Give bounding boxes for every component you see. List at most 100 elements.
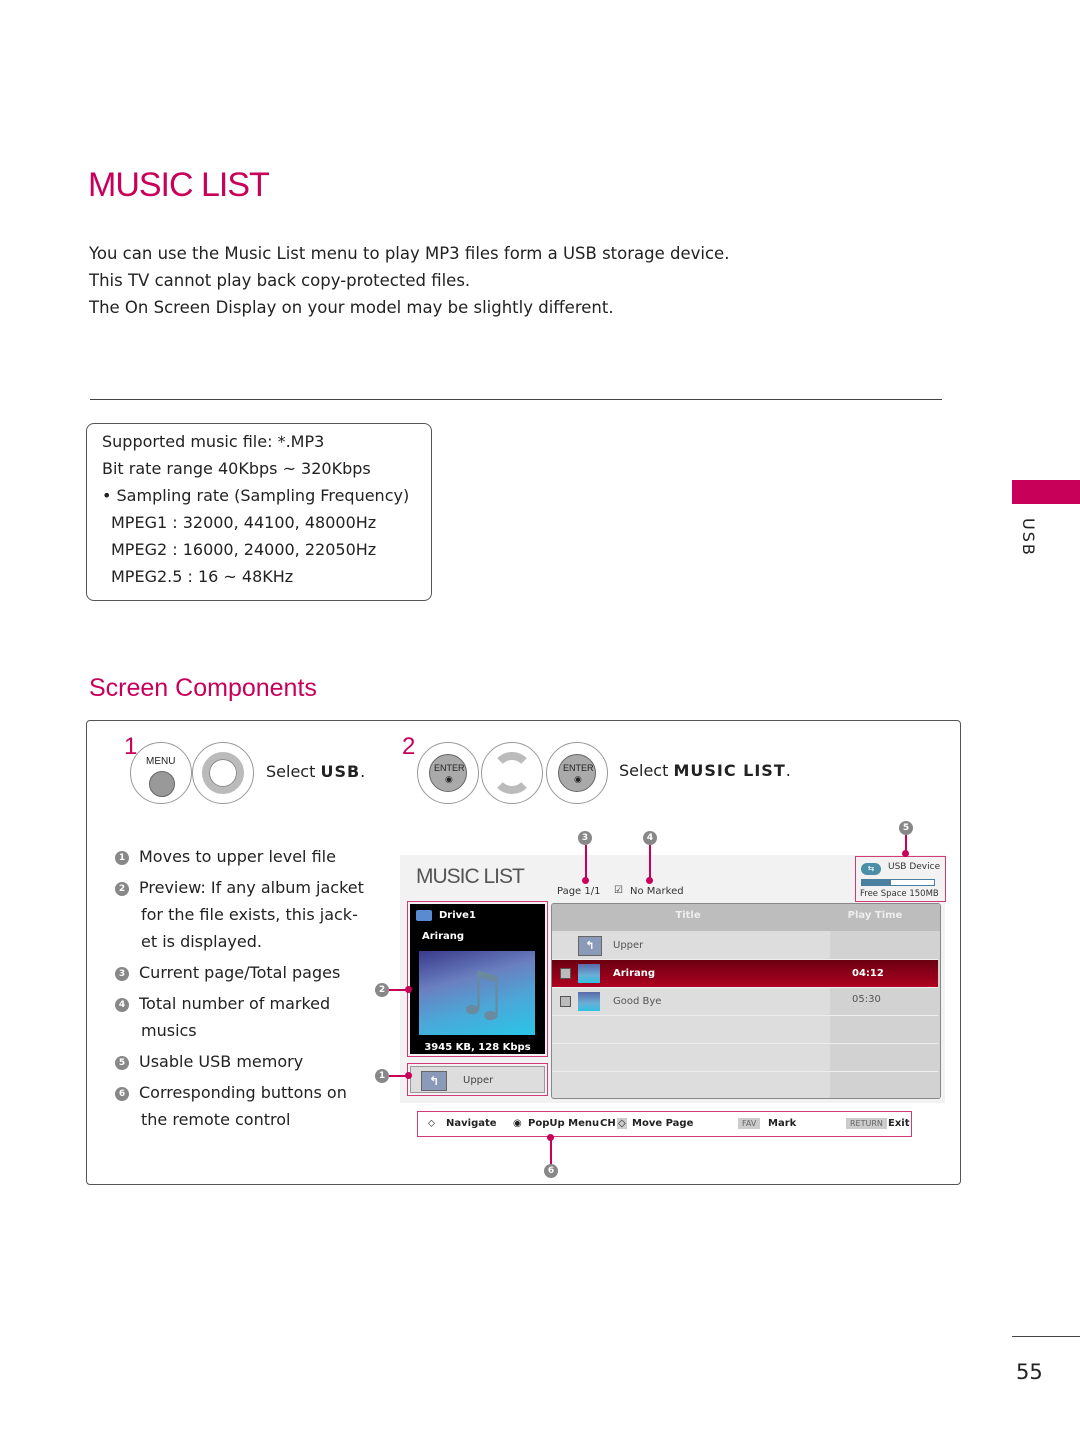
page-footer-rule (1012, 1336, 1080, 1337)
exit-label: Exit (888, 1118, 910, 1129)
track-label: Arirang (422, 931, 465, 942)
free-space-label: Free Space 150MB (860, 889, 939, 899)
callout-5: 5 (899, 821, 913, 835)
intro-text: You can use the Music List menu to play … (89, 240, 729, 321)
menu-label: MENU (146, 756, 176, 767)
enter-label: ENTER (563, 763, 594, 773)
usb-space-fill (862, 880, 891, 885)
popup-menu-label: PopUp Menu (528, 1118, 600, 1129)
osd-title: MUSIC LIST (416, 865, 525, 888)
album-art: ♫ (419, 951, 535, 1035)
column-play-time[interactable]: Play Time (830, 910, 920, 921)
page-title: MUSIC LIST (88, 166, 270, 204)
up-down-pad-icon (481, 742, 543, 804)
menu-button: MENU (130, 742, 192, 804)
page-indicator: Page 1/1 (557, 886, 601, 897)
enter-label: ENTER (434, 763, 465, 773)
upper-folder-icon: ↰ (578, 936, 602, 956)
page-number: 55 (1016, 1360, 1043, 1384)
mark-label: Mark (768, 1118, 797, 1129)
description-line: musics (141, 1021, 197, 1040)
intro-line: This TV cannot play back copy-protected … (89, 271, 471, 290)
upper-button-frame[interactable]: ↰ Upper (407, 1063, 548, 1096)
enter-button: ENTER ◉ (417, 742, 479, 804)
enter-dot-icon: ◉ (445, 774, 453, 784)
upper-label: Upper (463, 1075, 494, 1086)
spec-heading: Supported music file: *.MP3 (102, 432, 325, 451)
spec-line: MPEG1 : 32000, 44100, 48000Hz (111, 513, 377, 532)
callout-6: 6 (544, 1164, 558, 1178)
enter-dot-icon: ◉ (574, 774, 582, 784)
music-list-osd: MUSIC LIST Page 1/1 ☑ No Marked ⇆ USB De… (400, 855, 946, 1103)
usb-device-label: USB Device (888, 862, 941, 872)
music-note-icon: ♫ (455, 959, 509, 1029)
mark-checkbox[interactable] (560, 968, 571, 979)
music-thumbnail-icon (578, 992, 600, 1011)
description-item: 2 Preview: If any album jacket (115, 874, 364, 901)
row-title: Arirang (613, 968, 656, 979)
usb-space-bar (861, 879, 935, 886)
row-title: Upper (613, 940, 644, 951)
navigate-label: Navigate (446, 1118, 497, 1129)
description-line: for the file exists, this jack- (141, 905, 358, 924)
enter-dot-icon: ◉ (513, 1118, 522, 1129)
file-list: Title Play Time ↰ Upper Arirang 04:12 Go… (551, 903, 941, 1099)
preview-panel: Drive1 Arirang ♫ 3945 KB, 128 Kbps (410, 904, 545, 1054)
usb-icon: ⇆ (861, 863, 881, 875)
callout-2: 2 (375, 983, 389, 997)
callout-3: 3 (578, 831, 592, 845)
fav-key: FAV (738, 1118, 761, 1129)
callout-1: 1 (375, 1069, 389, 1083)
description-item: 4 Total number of marked (115, 990, 330, 1017)
spec-line: Bit rate range 40Kbps ~ 320Kbps (102, 459, 371, 478)
spec-line: • Sampling rate (Sampling Frequency) (102, 486, 410, 505)
list-item-folder[interactable]: ↰ Upper (552, 932, 938, 960)
navigate-icon: ⬦ (428, 1118, 435, 1129)
section-tab-label: USB (1019, 518, 1038, 557)
description-line: the remote control (141, 1110, 291, 1129)
section-heading: Screen Components (89, 674, 317, 702)
intro-line: The On Screen Display on your model may … (89, 298, 614, 317)
spec-line: MPEG2 : 16000, 24000, 22050Hz (111, 540, 377, 559)
description-item: 3 Current page/Total pages (115, 959, 340, 986)
button-circle-icon (149, 771, 175, 797)
description-item: 5 Usable USB memory (115, 1048, 303, 1075)
step2-instruction: Select MUSIC LIST. (619, 761, 791, 780)
ch-updown-icon: ◇ (617, 1118, 627, 1129)
callout-4: 4 (643, 831, 657, 845)
column-title[interactable]: Title (552, 910, 824, 921)
mark-checkbox[interactable] (560, 996, 571, 1007)
usb-device-box: ⇆ USB Device Free Space 150MB (855, 856, 946, 902)
upper-button[interactable]: ↰ Upper (410, 1066, 545, 1093)
upper-folder-icon: ↰ (421, 1071, 447, 1091)
section-tab-marker (1012, 480, 1080, 504)
description-item: 1 Moves to upper level file (115, 843, 336, 870)
music-thumbnail-icon (578, 964, 600, 983)
description-item: 6 Corresponding buttons on (115, 1079, 347, 1106)
intro-line: You can use the Music List menu to play … (89, 244, 730, 263)
marked-count: No Marked (630, 886, 684, 897)
move-page-label: Move Page (632, 1118, 694, 1129)
row-title: Good Bye (613, 996, 662, 1007)
divider (90, 399, 942, 400)
ch-label: CH (600, 1118, 616, 1129)
list-item-empty (552, 1016, 938, 1044)
drive-label: Drive1 (439, 910, 476, 921)
list-item-selected[interactable]: Arirang 04:12 (552, 960, 938, 988)
step1-instruction: Select USB. (266, 762, 366, 781)
nav-pad-icon (192, 742, 254, 804)
spec-line: MPEG2.5 : 16 ~ 48KHz (111, 567, 294, 586)
row-time: 04:12 (852, 968, 884, 979)
preview-panel-frame: Drive1 Arirang ♫ 3945 KB, 128 Kbps (407, 901, 548, 1057)
drive-folder-icon (416, 910, 432, 921)
enter-button: ENTER ◉ (546, 742, 608, 804)
list-item-empty (552, 1044, 938, 1072)
file-list-header: Title Play Time (552, 904, 940, 931)
list-item[interactable]: Good Bye 05:30 (552, 988, 938, 1016)
list-item-empty (552, 1072, 938, 1098)
remote-buttons-bar: ⬦ Navigate ◉ PopUp Menu CH ◇ Move Page F… (417, 1111, 912, 1137)
return-key: RETURN (846, 1118, 887, 1129)
row-time: 05:30 (852, 994, 881, 1005)
checkbox-icon: ☑ (614, 885, 623, 896)
supported-format-box: Supported music file: *.MP3 Bit rate ran… (86, 423, 432, 601)
